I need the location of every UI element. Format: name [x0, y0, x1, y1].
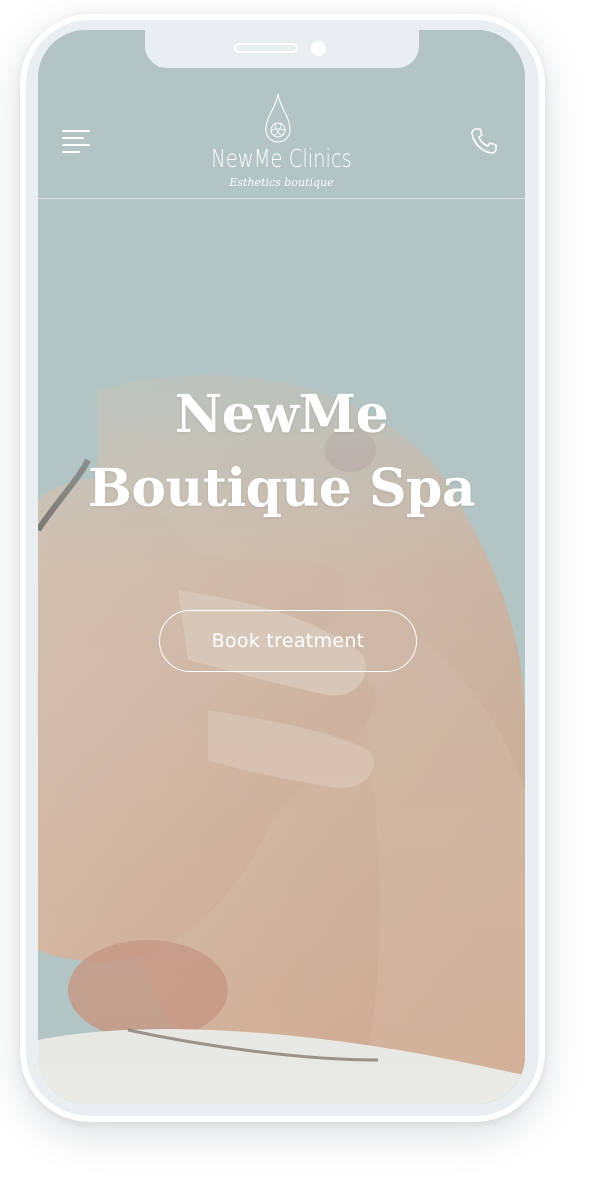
device-screen: NewMe Clinics Esthetics boutique NewMe B…: [38, 30, 525, 1104]
book-treatment-button[interactable]: Book treatment: [159, 610, 417, 672]
brand-name: NewMe Clinics: [211, 144, 352, 173]
brand-tagline: Esthetics boutique: [229, 176, 334, 189]
logo-droplet-icon: [265, 93, 291, 143]
hero-title-line-1: NewMe: [174, 384, 389, 445]
hero-title-line-2: Boutique Spa: [87, 458, 476, 519]
hero-title: NewMe Boutique Spa: [38, 378, 525, 526]
front-camera: [311, 41, 326, 56]
speaker-grille: [234, 43, 298, 53]
phone-icon[interactable]: [469, 126, 499, 156]
hamburger-menu-icon[interactable]: [62, 128, 92, 154]
